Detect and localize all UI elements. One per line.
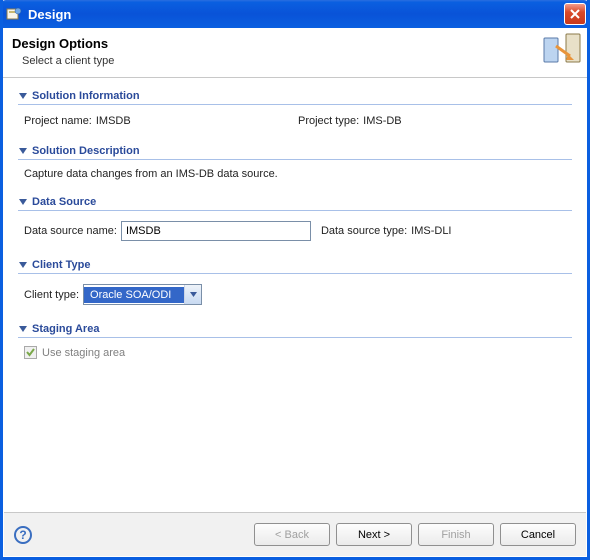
page-subtitle: Select a client type	[22, 55, 578, 67]
help-icon[interactable]: ?	[14, 526, 32, 544]
collapse-icon	[18, 91, 28, 101]
section-title: Solution Description	[32, 145, 140, 157]
client-type-selected: Oracle SOA/ODI	[84, 287, 184, 303]
section-solution-information: Solution Information Project name: IMSDB…	[18, 90, 572, 129]
collapse-icon	[18, 146, 28, 156]
ds-name-input[interactable]	[121, 221, 311, 241]
wizard-header: Design Options Select a client type	[0, 28, 590, 78]
section-title: Data Source	[32, 196, 96, 208]
section-header-solution-description[interactable]: Solution Description	[18, 145, 572, 160]
section-client-type: Client Type Client type: Oracle SOA/ODI	[18, 259, 572, 307]
wizard-footer: ? < Back Next > Finish Cancel	[4, 512, 586, 556]
client-type-label: Client type:	[24, 289, 79, 301]
ds-name-label: Data source name:	[24, 225, 117, 237]
section-title: Client Type	[32, 259, 90, 271]
section-solution-description: Solution Description Capture data change…	[18, 145, 572, 180]
use-staging-checkbox	[24, 346, 37, 359]
project-type-value: IMS-DB	[363, 115, 402, 127]
ds-type-value: IMS-DLI	[411, 225, 451, 237]
project-name-label: Project name:	[24, 115, 92, 127]
close-button[interactable]	[564, 3, 586, 25]
collapse-icon	[18, 324, 28, 334]
content-area: Solution Information Project name: IMSDB…	[0, 78, 590, 532]
app-icon	[6, 6, 22, 22]
finish-button[interactable]: Finish	[418, 523, 494, 546]
header-decoration-icon	[542, 32, 582, 68]
section-staging-area: Staging Area Use staging area	[18, 323, 572, 359]
page-title: Design Options	[12, 36, 578, 51]
section-title: Staging Area	[32, 323, 99, 335]
project-name-value: IMSDB	[96, 115, 131, 127]
section-data-source: Data Source Data source name: Data sourc…	[18, 196, 572, 243]
back-button[interactable]: < Back	[254, 523, 330, 546]
section-header-client-type[interactable]: Client Type	[18, 259, 572, 274]
project-type-label: Project type:	[298, 115, 359, 127]
collapse-icon	[18, 260, 28, 270]
solution-description-text: Capture data changes from an IMS-DB data…	[18, 168, 572, 180]
next-button[interactable]: Next >	[336, 523, 412, 546]
chevron-down-icon	[184, 285, 201, 304]
section-title: Solution Information	[32, 90, 140, 102]
client-type-select[interactable]: Oracle SOA/ODI	[83, 284, 202, 305]
cancel-button[interactable]: Cancel	[500, 523, 576, 546]
section-header-solution-information[interactable]: Solution Information	[18, 90, 572, 105]
section-header-staging-area[interactable]: Staging Area	[18, 323, 572, 338]
collapse-icon	[18, 197, 28, 207]
titlebar[interactable]: Design	[0, 0, 590, 28]
ds-type-label: Data source type:	[321, 225, 407, 237]
section-header-data-source[interactable]: Data Source	[18, 196, 572, 211]
window-title: Design	[28, 7, 564, 22]
use-staging-label: Use staging area	[42, 347, 125, 359]
